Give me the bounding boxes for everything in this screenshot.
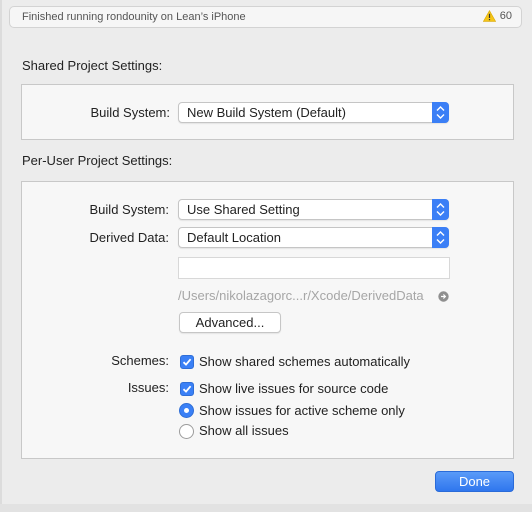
warning-indicator[interactable]: 60 <box>482 10 512 22</box>
derived-data-label: Derived Data: <box>89 230 169 245</box>
issues-label: Issues: <box>127 380 169 395</box>
per-user-settings-panel: Build System: Use Shared Setting Derived… <box>21 181 514 459</box>
shared-settings-panel: Build System: New Build System (Default) <box>21 84 514 140</box>
warning-triangle-icon <box>482 10 496 22</box>
custom-derived-path-field[interactable] <box>178 257 450 279</box>
per-user-build-system-value: Use Shared Setting <box>187 202 300 217</box>
show-live-issues-checkbox[interactable] <box>180 382 194 396</box>
shared-build-system-popup[interactable]: New Build System (Default) <box>178 102 449 123</box>
shared-build-system-value: New Build System (Default) <box>187 105 346 120</box>
shared-build-system-label: Build System: <box>90 105 170 120</box>
radio-active-scheme-only[interactable] <box>179 403 194 418</box>
radio-all-issues[interactable] <box>179 424 194 439</box>
per-user-build-system-popup[interactable]: Use Shared Setting <box>178 199 449 220</box>
warning-count: 60 <box>499 10 512 22</box>
radio-all-issues-label[interactable]: Show all issues <box>199 423 289 438</box>
radio-active-scheme-only-label[interactable]: Show issues for active scheme only <box>199 403 405 418</box>
status-text: Finished running rondounity on Lean’s iP… <box>22 11 246 23</box>
popup-chevrons-icon <box>432 102 449 123</box>
activity-status-bar: Finished running rondounity on Lean’s iP… <box>9 6 522 28</box>
per-user-build-system-label: Build System: <box>89 202 169 217</box>
derived-data-popup[interactable]: Default Location <box>178 227 449 248</box>
show-shared-schemes-label[interactable]: Show shared schemes automatically <box>199 354 410 369</box>
window-bottom-edge <box>0 504 532 512</box>
derived-data-path: /Users/nikolazagorc...r/Xcode/DerivedDat… <box>178 288 424 303</box>
show-shared-schemes-checkbox[interactable] <box>180 355 194 369</box>
checkmark-icon <box>182 358 192 366</box>
popup-chevrons-icon <box>432 199 449 220</box>
derived-data-value: Default Location <box>187 230 281 245</box>
derived-data-path-text: /Users/nikolazagorc...r/Xcode/DerivedDat… <box>178 288 424 303</box>
popup-chevrons-icon <box>432 227 449 248</box>
reveal-in-finder-arrow-icon[interactable] <box>438 291 449 302</box>
show-live-issues-label[interactable]: Show live issues for source code <box>199 381 388 396</box>
advanced-button[interactable]: Advanced... <box>179 312 281 333</box>
schemes-label: Schemes: <box>111 353 169 368</box>
checkmark-icon <box>182 385 192 393</box>
shared-settings-title: Shared Project Settings: <box>22 58 163 73</box>
per-user-settings-title: Per-User Project Settings: <box>22 153 173 168</box>
window-edge <box>0 0 2 512</box>
done-button[interactable]: Done <box>435 471 514 492</box>
